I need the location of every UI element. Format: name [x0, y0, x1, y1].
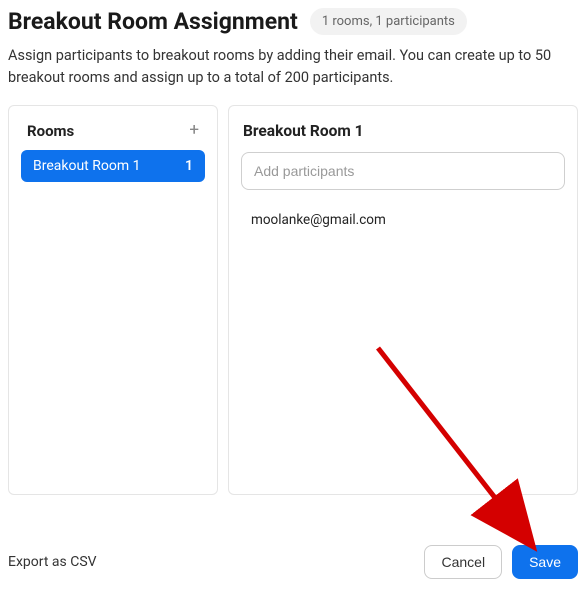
add-participants-input[interactable]	[241, 152, 565, 190]
room-detail-panel: Breakout Room 1 moolanke@gmail.com	[228, 105, 578, 495]
page-description: Assign participants to breakout rooms by…	[8, 45, 578, 89]
room-item-name: Breakout Room 1	[33, 158, 140, 174]
add-room-icon[interactable]: +	[189, 122, 199, 139]
export-csv-link[interactable]: Export as CSV	[8, 554, 97, 570]
rooms-count-badge: 1 rooms, 1 participants	[310, 8, 467, 35]
page-title: Breakout Room Assignment	[8, 8, 298, 35]
rooms-header-label: Rooms	[27, 122, 74, 140]
room-detail-title: Breakout Room 1	[241, 120, 565, 152]
cancel-button[interactable]: Cancel	[424, 545, 502, 579]
rooms-panel: Rooms + Breakout Room 1 1	[8, 105, 218, 495]
room-item[interactable]: Breakout Room 1 1	[21, 150, 205, 182]
participant-item[interactable]: moolanke@gmail.com	[249, 208, 557, 232]
room-item-count: 1	[185, 158, 193, 174]
save-button[interactable]: Save	[512, 545, 578, 579]
